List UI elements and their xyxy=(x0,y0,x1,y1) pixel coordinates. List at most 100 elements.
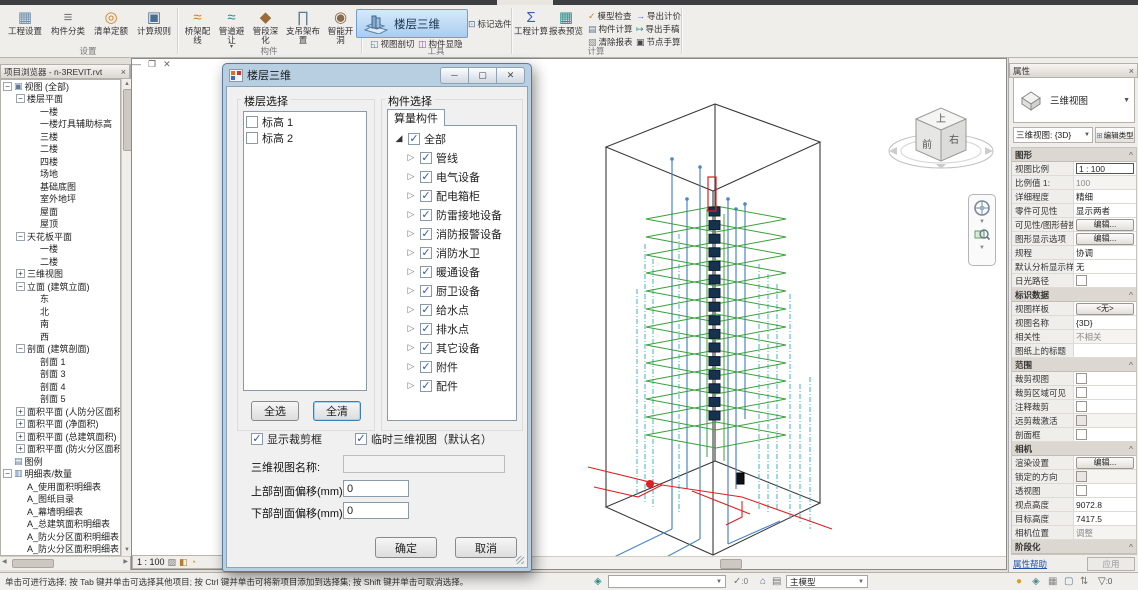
tree-item[interactable]: 四楼 xyxy=(1,155,120,168)
checkbox-icon[interactable] xyxy=(420,361,432,373)
tree-expander-icon[interactable]: ▷ xyxy=(406,342,416,353)
tag-parts-button[interactable]: ⊡标记选件 xyxy=(468,18,512,30)
checkbox-icon[interactable] xyxy=(420,209,432,221)
model-check-button[interactable]: ✓模型检查 xyxy=(588,10,632,22)
tree-expander-icon[interactable]: ▷ xyxy=(406,209,416,220)
component-item[interactable]: ▷配件 xyxy=(394,376,516,395)
checkbox-icon[interactable] xyxy=(420,190,432,202)
scroll-left-icon[interactable]: ◀ xyxy=(2,557,7,568)
tree-item[interactable]: 场地 xyxy=(1,168,120,181)
tree-item[interactable]: −▥明细表/数量 xyxy=(1,468,120,481)
tree-item[interactable]: 屋顶 xyxy=(1,218,120,231)
floor-3d-button[interactable]: 楼层三维 xyxy=(356,9,468,38)
section-header[interactable]: 图形^ xyxy=(1012,148,1136,162)
tree-item[interactable]: 东 xyxy=(1,293,120,306)
visual-style-icon[interactable]: ◧ xyxy=(179,557,188,568)
property-edit-button[interactable]: <无> xyxy=(1076,303,1134,315)
component-category-button[interactable]: ≡构件分类 xyxy=(47,8,89,45)
property-value[interactable]: 9072.8 xyxy=(1074,498,1136,511)
checkbox-icon[interactable] xyxy=(1076,415,1087,426)
section-header[interactable]: 范围^ xyxy=(1012,358,1136,372)
tree-item[interactable]: A_防火分区面积明细表 1 xyxy=(1,543,120,556)
property-value[interactable]: 不相关 xyxy=(1074,330,1136,343)
section-header[interactable]: 标识数据^ xyxy=(1012,288,1136,302)
pipe-avoidance-button[interactable]: ≈管道避让▾ xyxy=(215,8,248,45)
background-processes-icon[interactable]: ▦ xyxy=(1048,575,1057,588)
tree-item[interactable]: A_防火分区面积明细表 xyxy=(1,530,120,543)
properties-help-link[interactable]: 属性帮助 xyxy=(1013,558,1047,570)
tree-expander-icon[interactable]: − xyxy=(3,82,12,91)
tree-item[interactable]: +面积平面 (净面积) xyxy=(1,418,120,431)
tree-item[interactable]: A_幕墙明细表 xyxy=(1,505,120,518)
checkbox-icon[interactable] xyxy=(1076,471,1087,482)
component-item[interactable]: ▷管线 xyxy=(394,148,516,167)
view-name-input[interactable] xyxy=(343,455,505,473)
checkbox-icon[interactable] xyxy=(1076,401,1087,412)
tree-item[interactable]: −天花板平面 xyxy=(1,230,120,243)
design-options-icon[interactable]: ▤ xyxy=(772,575,781,588)
checkbox-icon[interactable] xyxy=(420,228,432,240)
checkbox-icon[interactable] xyxy=(355,433,367,445)
report-preview-button[interactable]: ▦报表预览 xyxy=(549,8,583,45)
tree-expander-icon[interactable]: − xyxy=(16,344,25,353)
checkbox-icon[interactable] xyxy=(420,152,432,164)
floor-item[interactable]: 标高 1 xyxy=(246,114,364,130)
maximize-button[interactable]: ▢ xyxy=(468,67,497,84)
property-edit-button[interactable]: 编辑... xyxy=(1076,233,1134,245)
bottom-offset-input[interactable]: 0 xyxy=(343,502,409,519)
component-calc-button[interactable]: ▤构件计算 xyxy=(588,23,633,35)
ok-button[interactable]: 确定 xyxy=(375,537,437,558)
horizontal-scrollbar[interactable]: ◀ ▶ xyxy=(0,556,130,568)
component-item[interactable]: ▷厨卫设备 xyxy=(394,281,516,300)
tree-expander-icon[interactable]: ◢ xyxy=(394,133,404,144)
editing-requests-icon[interactable]: ✓:0 xyxy=(733,575,748,588)
select-all-button[interactable]: 全选 xyxy=(251,401,299,421)
checkbox-icon[interactable] xyxy=(420,323,432,335)
properties-titlebar[interactable]: 属性 × xyxy=(1009,63,1138,78)
component-item[interactable]: ▷防雷接地设备 xyxy=(394,205,516,224)
vertical-scrollbar[interactable]: ▲ ▼ xyxy=(121,79,131,556)
component-item[interactable]: ▷其它设备 xyxy=(394,338,516,357)
close-button[interactable]: ✕ xyxy=(496,67,525,84)
tree-item[interactable]: 室外地坪 xyxy=(1,193,120,206)
tree-item[interactable]: −楼层平面 xyxy=(1,93,120,106)
hanger-layout-button[interactable]: ∏支吊架布置 xyxy=(283,8,323,45)
floor-3d-dialog[interactable]: 楼层三维 ─ ▢ ✕ 楼层选择 标高 1标高 2 全选 全清 构件选择 算量构件… xyxy=(222,63,532,572)
select-underlay-icon[interactable]: ▢ xyxy=(1064,575,1073,588)
component-tree-root[interactable]: ◢全部 xyxy=(394,129,516,148)
tree-item[interactable]: 剖面 3 xyxy=(1,368,120,381)
section-header[interactable]: 相机^ xyxy=(1012,442,1136,456)
tree-item[interactable]: +面积平面 (人防分区面积) xyxy=(1,405,120,418)
component-item[interactable]: ▷排水点 xyxy=(394,319,516,338)
collapse-icon[interactable]: ^ xyxy=(1129,360,1133,370)
checkbox-icon[interactable] xyxy=(1076,485,1087,496)
list-quota-button[interactable]: ◎清单定额 xyxy=(90,8,132,45)
checkbox-icon[interactable] xyxy=(246,132,258,144)
collapse-icon[interactable]: ^ xyxy=(1129,150,1133,160)
property-value[interactable]: 100 xyxy=(1074,176,1136,189)
checkbox-icon[interactable] xyxy=(1076,275,1087,286)
checkbox-icon[interactable] xyxy=(420,380,432,392)
tree-item[interactable]: 剖面 5 xyxy=(1,393,120,406)
collapse-icon[interactable]: ^ xyxy=(1129,542,1133,552)
top-offset-input[interactable]: 0 xyxy=(343,480,409,497)
checkbox-icon[interactable] xyxy=(420,266,432,278)
show-crop-option[interactable]: 显示裁剪框 xyxy=(251,431,322,447)
exclude-options-icon[interactable]: ● xyxy=(1016,575,1022,588)
workset-combo[interactable]: ▼ xyxy=(608,575,726,588)
detail-level-icon[interactable]: ▨ xyxy=(168,557,177,568)
scroll-right-icon[interactable]: ▶ xyxy=(123,557,128,568)
scrollbar-thumb[interactable] xyxy=(720,559,742,569)
tree-expander-icon[interactable]: ▷ xyxy=(406,361,416,372)
tree-expander-icon[interactable]: ▷ xyxy=(406,323,416,334)
checkbox-icon[interactable] xyxy=(251,433,263,445)
tree-item[interactable]: −▣视图 (全部) xyxy=(1,80,120,93)
property-value[interactable]: 无 xyxy=(1074,260,1136,273)
tree-item[interactable]: 屋面 xyxy=(1,205,120,218)
tree-expander-icon[interactable]: − xyxy=(16,282,25,291)
view-selector-combo[interactable]: 三维视图: {3D} ▼ xyxy=(1013,127,1093,143)
collapse-icon[interactable]: ^ xyxy=(1129,290,1133,300)
component-item[interactable]: ▷配电箱柜 xyxy=(394,186,516,205)
project-browser-titlebar[interactable]: 项目浏览器 - n-3REVIT.rvt × xyxy=(0,64,130,79)
tree-expander-icon[interactable]: ▷ xyxy=(406,171,416,182)
